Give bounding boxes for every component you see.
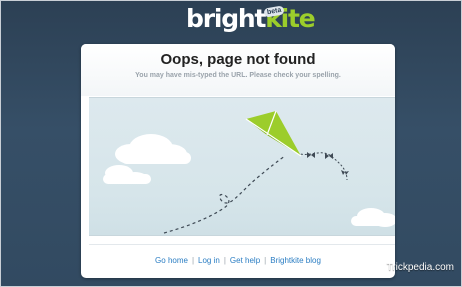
kite-illustration (89, 97, 395, 236)
watermark: Trickpedia.com (386, 262, 454, 273)
error-message: You may have mis-typed the URL. Please c… (135, 72, 341, 79)
get-help-link[interactable]: Get help (230, 256, 260, 265)
kite-string (163, 155, 286, 234)
footer-links: Go home | Log in | Get help | Brightkite blog (81, 256, 395, 265)
link-separator: | (223, 256, 226, 265)
cloud-right (351, 208, 395, 227)
cloud-large (115, 134, 191, 164)
link-separator: | (191, 256, 195, 265)
cloud-small-left (103, 165, 151, 184)
kite-tail (296, 152, 348, 181)
kite-bows (307, 152, 349, 175)
error-card: Oops, page not found You may have mis-ty… (81, 44, 395, 278)
log-in-link[interactable]: Log in (198, 256, 220, 265)
logo-wordmark: brightkite (186, 4, 316, 34)
kite-body (245, 110, 302, 157)
brightkite-blog-link[interactable]: Brightkite blog (270, 256, 321, 265)
brightkite-logo[interactable]: brightkite beta (186, 4, 316, 34)
footer-divider (89, 244, 395, 245)
logo-bright: bright (186, 4, 266, 33)
kite-scene-svg (103, 110, 395, 234)
go-home-link[interactable]: Go home (155, 256, 188, 265)
link-separator: | (264, 256, 267, 265)
error-title: Oops, page not found (160, 51, 316, 68)
